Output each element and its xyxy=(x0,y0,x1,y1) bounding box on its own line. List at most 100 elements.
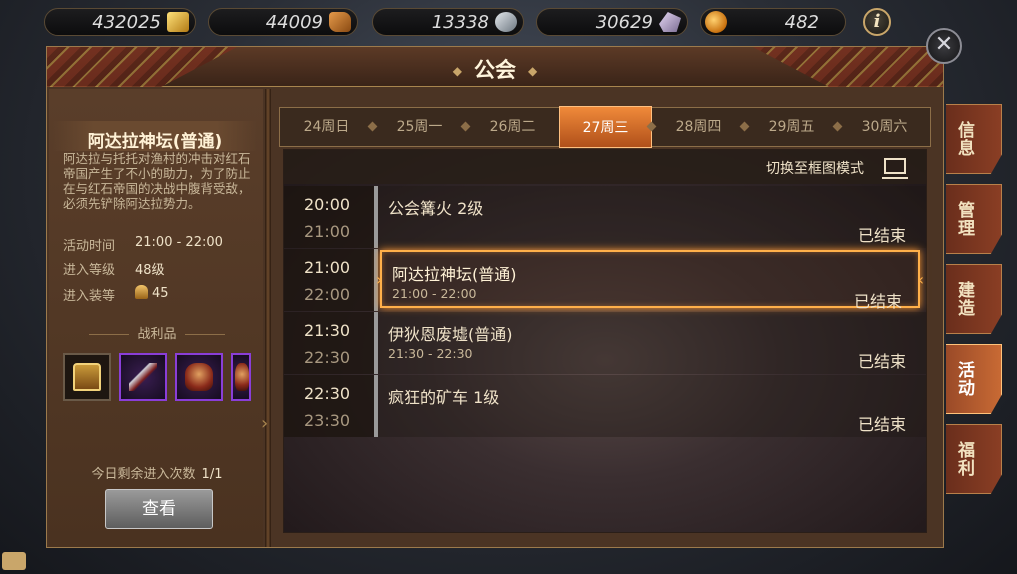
event-name: 疯狂的矿车 1级 xyxy=(388,388,500,407)
potion-counter[interactable]: 482 xyxy=(700,8,846,36)
entry-level-label: 进入等级 xyxy=(63,263,116,278)
tab-friday[interactable]: 29周五 xyxy=(739,108,838,146)
tab-label: 25周一 xyxy=(396,119,443,135)
panel-divider xyxy=(265,89,271,547)
chat-icon[interactable] xyxy=(2,552,26,570)
selection-marker-right-icon: ‹ xyxy=(917,270,924,289)
schedule-row[interactable]: 21:00 22:00 › 阿达拉神坛(普通) 21:00 - 22:00 已结… xyxy=(284,249,926,311)
event-name: 公会篝火 2级 xyxy=(388,199,484,218)
schedule-row[interactable]: 20:00 21:00 公会篝火 2级 已结束 xyxy=(284,186,926,248)
side-tab-activity[interactable]: 活动 xyxy=(946,344,1002,414)
remaining-entries-row: 今日剩余进入次数 1/1 xyxy=(63,463,251,482)
armor-icon xyxy=(185,363,213,391)
close-icon[interactable]: ✕ xyxy=(926,28,962,64)
schedule-list: 切换至框图模式 20:00 21:00 公会篝火 2级 已结束 21:00 22… xyxy=(283,149,927,533)
grid-view-icon[interactable] xyxy=(882,158,908,179)
time-column: 20:00 21:00 xyxy=(284,186,374,248)
side-tab-manage[interactable]: 管理 xyxy=(946,184,1002,254)
event-body: 伊狄恩废墟(普通) 21:30 - 22:30 已结束 xyxy=(378,312,926,374)
end-time: 22:30 xyxy=(304,348,351,367)
blade-icon xyxy=(129,363,157,391)
crystal-ore-icon xyxy=(659,12,681,32)
entry-level-value: 48级 xyxy=(135,263,165,278)
selection-marker-left-icon: › xyxy=(376,270,383,289)
info-icon[interactable]: i xyxy=(863,8,891,36)
gold-amount: 432025 xyxy=(92,11,161,33)
time-column: 22:30 23:30 xyxy=(284,375,374,437)
view-button[interactable]: 查看 xyxy=(105,489,213,529)
tab-sunday[interactable]: 24周日 xyxy=(280,108,373,146)
start-time: 21:00 xyxy=(304,258,351,277)
event-name: 阿达拉神坛(普通) xyxy=(392,265,517,284)
time-column: 21:00 22:00 xyxy=(284,249,374,311)
iron-ore-icon xyxy=(495,12,517,32)
event-name: 伊狄恩废墟(普通) xyxy=(388,325,513,344)
entry-gear-value: 45 xyxy=(152,286,169,301)
end-time: 22:00 xyxy=(304,285,351,304)
entry-gear-value-wrap: 45 xyxy=(135,285,169,301)
gold-bars-icon xyxy=(167,12,189,32)
entry-gear-row: 进入装等 45 xyxy=(63,285,169,304)
side-tab-build[interactable]: 建造 xyxy=(946,264,1002,334)
tab-label: 29周五 xyxy=(768,119,815,135)
helmet-icon xyxy=(135,285,148,299)
panel-title: 公会 xyxy=(474,58,516,82)
tab-label: 28周四 xyxy=(675,119,722,135)
end-time: 21:00 xyxy=(304,222,351,241)
entry-level-row: 进入等级 48级 xyxy=(63,259,165,278)
treasure-chest-icon xyxy=(73,363,101,391)
tab-label: 24周日 xyxy=(303,119,350,135)
tab-thursday[interactable]: 28周四 xyxy=(646,108,745,146)
crystal-counter[interactable]: 30629 xyxy=(536,8,688,36)
dungeon-description: 阿达拉与托托对渔村的冲击对红石帝国产生了不小的助力，为了防止在与红石帝国的决战中… xyxy=(63,151,251,211)
loot-slot[interactable] xyxy=(63,353,111,401)
start-time: 20:00 xyxy=(304,195,351,214)
panel-title-row: ◆ 公会 ◆ xyxy=(47,54,943,84)
loot-slot[interactable] xyxy=(175,353,223,401)
event-body: › 阿达拉神坛(普通) 21:00 - 22:00 已结束 ‹ xyxy=(376,250,924,311)
activity-time-value: 21:00 - 22:00 xyxy=(135,235,223,250)
activity-time-label: 活动时间 xyxy=(63,239,116,254)
tab-label: 27周三 xyxy=(582,120,629,136)
schedule-row[interactable]: 21:30 22:30 伊狄恩废墟(普通) 21:30 - 22:30 已结束 xyxy=(284,312,926,374)
start-time: 22:30 xyxy=(304,384,351,403)
side-tab-welfare[interactable]: 福利 xyxy=(946,424,1002,494)
wood-amount: 44009 xyxy=(265,11,323,33)
armor-icon xyxy=(235,363,249,391)
panel-header: ◆ 公会 ◆ xyxy=(47,47,943,87)
gold-counter[interactable]: 432025 xyxy=(44,8,196,36)
event-status: 已结束 xyxy=(857,352,906,371)
loot-slot[interactable] xyxy=(231,353,251,401)
end-time: 23:30 xyxy=(304,411,351,430)
crystal-amount: 30629 xyxy=(595,11,653,33)
loot-slot[interactable] xyxy=(119,353,167,401)
event-body: 疯狂的矿车 1级 已结束 xyxy=(378,375,926,437)
resource-bar: 432025 44009 13338 30629 482 i xyxy=(0,0,1017,44)
tab-monday[interactable]: 25周一 xyxy=(367,108,466,146)
iron-counter[interactable]: 13338 xyxy=(372,8,524,36)
remaining-entries-label: 今日剩余进入次数 xyxy=(91,467,196,482)
event-status: 已结束 xyxy=(857,226,906,245)
potion-icon xyxy=(705,11,727,33)
tab-saturday[interactable]: 30周六 xyxy=(832,108,931,146)
activity-time-row: 活动时间 21:00 - 22:00 xyxy=(63,235,223,254)
divider-arrow-icon: › xyxy=(261,413,269,434)
tab-tuesday[interactable]: 26周二 xyxy=(460,108,559,146)
wood-icon xyxy=(329,12,351,32)
start-time: 21:30 xyxy=(304,321,351,340)
title-diamond-left-icon: ◆ xyxy=(452,64,462,78)
side-tab-info[interactable]: 信息 xyxy=(946,104,1002,174)
switch-view-row[interactable]: 切换至框图模式 xyxy=(284,150,926,184)
tab-wednesday[interactable]: 27周三 xyxy=(559,106,652,148)
time-column: 21:30 22:30 xyxy=(284,312,374,374)
event-time-range: 21:30 - 22:30 xyxy=(388,346,473,361)
wood-counter[interactable]: 44009 xyxy=(208,8,358,36)
tab-label: 26周二 xyxy=(489,119,536,135)
iron-amount: 13338 xyxy=(431,11,489,33)
schedule-row[interactable]: 22:30 23:30 疯狂的矿车 1级 已结束 xyxy=(284,375,926,437)
dungeon-name: 阿达拉神坛(普通) xyxy=(87,132,223,152)
event-status: 已结束 xyxy=(853,292,902,311)
entry-gear-label: 进入装等 xyxy=(63,289,116,304)
switch-view-label[interactable]: 切换至框图模式 xyxy=(766,158,864,178)
event-time-range: 21:00 - 22:00 xyxy=(392,286,477,301)
